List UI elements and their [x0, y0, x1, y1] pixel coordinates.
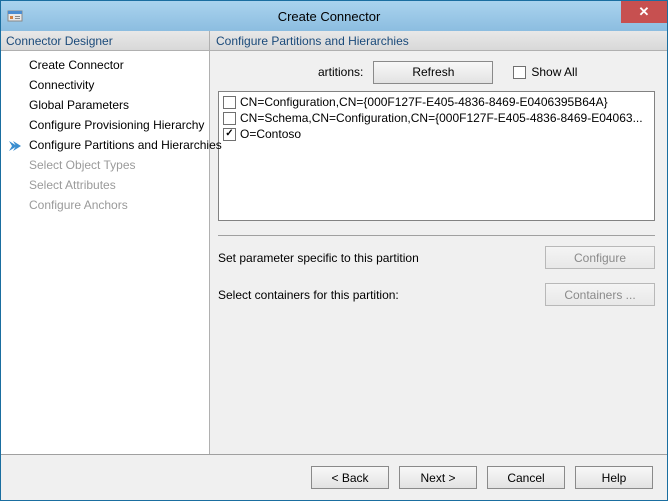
- dialog-window: Create Connector ✕ Connector Designer Co…: [0, 0, 668, 501]
- show-all-wrap[interactable]: Show All: [513, 65, 577, 79]
- nav-select-object-types: Select Object Types: [1, 155, 209, 175]
- param-label: Set parameter specific to this partition: [218, 251, 419, 265]
- nav-configure-anchors: Configure Anchors: [1, 195, 209, 215]
- divider: [218, 235, 655, 236]
- partitions-label: artitions:: [318, 65, 363, 79]
- show-all-checkbox[interactable]: [513, 66, 526, 79]
- nav-current-label: Configure Partitions and Hierarchies: [29, 138, 222, 152]
- param-row: Set parameter specific to this partition…: [218, 246, 655, 269]
- help-button[interactable]: Help: [575, 466, 653, 489]
- header-row: Connector Designer Configure Partitions …: [1, 31, 667, 51]
- window-title: Create Connector: [31, 9, 627, 24]
- nav-connectivity[interactable]: Connectivity: [1, 75, 209, 95]
- partition-text: CN=Configuration,CN={000F127F-E405-4836-…: [240, 95, 608, 109]
- partitions-toolbar: artitions: Refresh Show All: [218, 59, 655, 85]
- titlebar: Create Connector ✕: [1, 1, 667, 31]
- nav-select-attributes: Select Attributes: [1, 175, 209, 195]
- nav-configure-partitions-and-hierarchies[interactable]: Configure Partitions and Hierarchies: [1, 135, 209, 155]
- content-panel: artitions: Refresh Show All CN=Configura…: [210, 51, 667, 454]
- sidebar: Create Connector Connectivity Global Par…: [1, 51, 210, 454]
- app-icon: [7, 8, 23, 24]
- current-step-arrow-icon: [7, 138, 23, 154]
- close-button[interactable]: ✕: [621, 1, 667, 23]
- list-item[interactable]: CN=Schema,CN=Configuration,CN={000F127F-…: [221, 110, 652, 126]
- show-all-label: Show All: [531, 65, 577, 79]
- close-icon: ✕: [639, 4, 650, 20]
- list-item[interactable]: CN=Configuration,CN={000F127F-E405-4836-…: [221, 94, 652, 110]
- containers-button: Containers ...: [545, 283, 655, 306]
- cancel-button[interactable]: Cancel: [487, 466, 565, 489]
- list-item[interactable]: O=Contoso: [221, 126, 652, 142]
- main-row: Create Connector Connectivity Global Par…: [1, 51, 667, 454]
- containers-row: Select containers for this partition: Co…: [218, 283, 655, 306]
- partition-checkbox[interactable]: [223, 96, 236, 109]
- dialog-body: Connector Designer Configure Partitions …: [1, 31, 667, 500]
- sidebar-header: Connector Designer: [1, 31, 210, 50]
- back-button[interactable]: < Back: [311, 466, 389, 489]
- nav-create-connector[interactable]: Create Connector: [1, 55, 209, 75]
- content-header: Configure Partitions and Hierarchies: [210, 31, 667, 50]
- footer: < Back Next > Cancel Help: [1, 454, 667, 500]
- partitions-listbox[interactable]: CN=Configuration,CN={000F127F-E405-4836-…: [218, 91, 655, 221]
- next-button[interactable]: Next >: [399, 466, 477, 489]
- partition-checkbox[interactable]: [223, 128, 236, 141]
- nav-configure-provisioning-hierarchy[interactable]: Configure Provisioning Hierarchy: [1, 115, 209, 135]
- refresh-button[interactable]: Refresh: [373, 61, 493, 84]
- containers-label: Select containers for this partition:: [218, 288, 399, 302]
- partition-text: CN=Schema,CN=Configuration,CN={000F127F-…: [240, 111, 643, 125]
- partition-checkbox[interactable]: [223, 112, 236, 125]
- nav-global-parameters[interactable]: Global Parameters: [1, 95, 209, 115]
- configure-button: Configure: [545, 246, 655, 269]
- partition-text: O=Contoso: [240, 127, 301, 141]
